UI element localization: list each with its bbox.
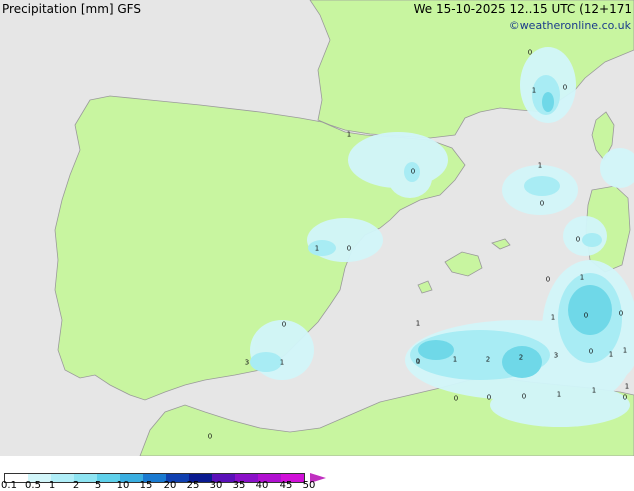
contour-label: 0	[453, 394, 459, 403]
contour-label: 3	[244, 358, 250, 367]
contour-label: 1	[550, 313, 556, 322]
contour-label: 1	[591, 386, 597, 395]
contour-label: 0	[618, 309, 624, 318]
contour-label: 0	[575, 235, 581, 244]
map-canvas	[0, 0, 634, 456]
contour-label: 0	[527, 48, 533, 57]
contour-label: 1	[622, 346, 628, 355]
contour-label: 0	[583, 311, 589, 320]
contour-label: 0	[545, 275, 551, 284]
contour-label: 1	[531, 86, 537, 95]
contour-label: 0	[281, 320, 287, 329]
contour-label: 0	[562, 83, 568, 92]
contour-label: 1	[415, 357, 421, 366]
contour-label: 0	[346, 244, 352, 253]
valid-time: We 15-10-2025 12..15 UTC (12+171	[413, 2, 632, 16]
contour-label: 3	[553, 351, 559, 360]
copyright-link[interactable]: ©weatheronline.co.uk	[509, 19, 631, 33]
contour-label: 2	[485, 355, 491, 364]
contour-label: 1	[452, 355, 458, 364]
contour-label: 0	[539, 199, 545, 208]
contour-label: 1	[314, 244, 320, 253]
contour-label: 1	[608, 350, 614, 359]
contour-label: 1	[279, 358, 285, 367]
contour-label: 0	[521, 392, 527, 401]
contour-label: 1	[346, 130, 352, 139]
contour-label: 1	[624, 382, 630, 391]
contour-label: 1	[579, 273, 585, 282]
contour-label: 0	[588, 347, 594, 356]
contour-label: 0	[486, 393, 492, 402]
contour-label: 1	[415, 319, 421, 328]
contour-label: 1	[556, 390, 562, 399]
contour-label: 1	[537, 161, 543, 170]
contour-label: 0	[207, 432, 213, 441]
contour-label: 0	[622, 393, 628, 402]
map-title: Precipitation [mm] GFS	[2, 2, 141, 16]
precipitation-map: 010101001001010013101223011000110110	[0, 0, 634, 456]
contour-label: 0	[410, 167, 416, 176]
contour-label: 2	[518, 353, 524, 362]
